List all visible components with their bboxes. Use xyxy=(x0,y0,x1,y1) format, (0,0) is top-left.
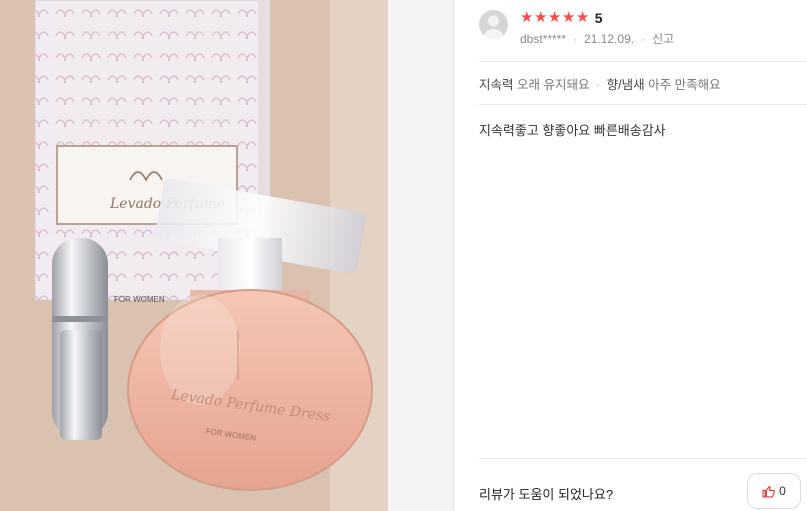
star-icon: ★ xyxy=(561,9,576,26)
review-text: 지속력좋고 향좋아요 빠른배송감사 xyxy=(479,123,666,138)
reviewer-name: dbst***** xyxy=(520,31,567,46)
like-button[interactable]: 0 xyxy=(747,473,801,509)
separator-dot: · xyxy=(573,31,578,46)
divider xyxy=(479,458,807,459)
avatar xyxy=(479,10,508,39)
tag-key: 지속력 xyxy=(479,78,514,92)
like-count: 0 xyxy=(779,484,786,498)
tag-value: 아주 만족해요 xyxy=(648,78,721,92)
separator-dot: · xyxy=(595,78,601,92)
review-photo[interactable]: Levado Perfume FOR WOMEN Levado Perfume … xyxy=(0,0,388,511)
divider xyxy=(479,104,807,105)
star-icon: ★ xyxy=(547,9,562,26)
thumbs-up-icon xyxy=(762,485,775,497)
perfume-photo-illustration: Levado Perfume FOR WOMEN Levado Perfume … xyxy=(0,0,388,511)
divider xyxy=(479,61,807,62)
report-link[interactable]: 신고 xyxy=(652,30,674,47)
star-icon: ★ xyxy=(575,9,590,26)
helpful-question: 리뷰가 도움이 되었나요? xyxy=(479,487,614,502)
review-date: 21.12.09. xyxy=(584,31,635,46)
rating-row: ★ ★ ★ ★ ★ 5 xyxy=(520,9,603,27)
review-tags: 지속력 오래 유지돼요 · 향/냄새 아주 만족해요 xyxy=(479,74,721,93)
review-meta: dbst***** · 21.12.09. · 신고 xyxy=(520,30,674,47)
tag-value: 오래 유지돼요 xyxy=(517,78,590,92)
review-panel: ★ ★ ★ ★ ★ 5 dbst***** · 21.12.09. · 신고 지… xyxy=(454,0,807,511)
separator-dot: · xyxy=(641,31,646,46)
svg-text:FOR WOMEN: FOR WOMEN xyxy=(114,295,165,304)
star-icon: ★ xyxy=(533,9,548,26)
user-icon xyxy=(483,15,504,39)
review-photo-area: Levado Perfume FOR WOMEN Levado Perfume … xyxy=(0,0,454,511)
rating-value: 5 xyxy=(594,10,603,26)
star-icon: ★ xyxy=(520,9,534,26)
tag-key: 향/냄새 xyxy=(606,78,645,92)
